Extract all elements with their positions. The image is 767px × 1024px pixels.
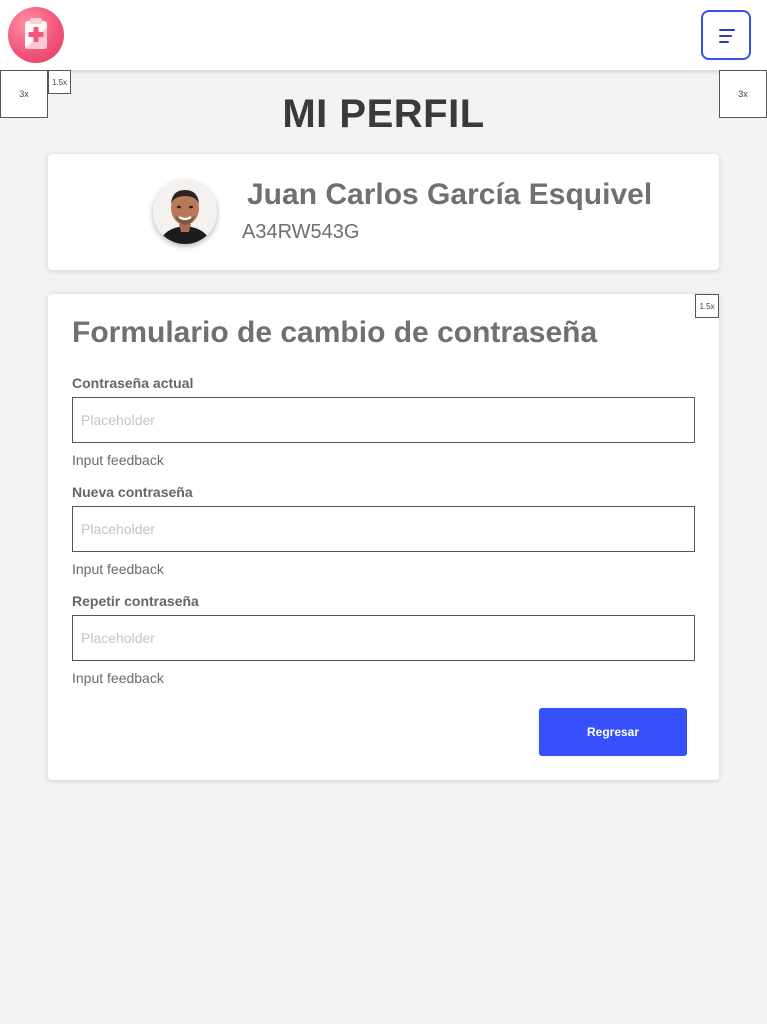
image-placeholder-3x-right: 3x (719, 70, 767, 118)
profile-id: A34RW543G (242, 221, 360, 243)
password-change-form: 1.5x Formulario de cambio de contraseña … (48, 294, 719, 780)
repeat-password-label: Repetir contraseña (72, 593, 199, 609)
new-password-label: Nueva contraseña (72, 484, 193, 500)
avatar (153, 180, 217, 244)
current-password-feedback: Input feedback (72, 452, 164, 468)
menu-lines-icon (719, 29, 735, 31)
image-placeholder-1-5x-form: 1.5x (695, 294, 719, 318)
top-navbar (0, 0, 767, 70)
current-password-input[interactable] (72, 397, 695, 443)
repeat-password-input[interactable] (72, 615, 695, 661)
repeat-password-feedback: Input feedback (72, 670, 164, 686)
profile-card: Juan Carlos García Esquivel A34RW543G (48, 154, 719, 270)
medical-clipboard-icon[interactable] (8, 7, 64, 63)
back-button[interactable]: Regresar (539, 708, 687, 756)
page-title: MI PERFIL (282, 92, 485, 136)
image-placeholder-3x: 3x (0, 70, 48, 118)
current-password-label: Contraseña actual (72, 375, 194, 391)
profile-name: Juan Carlos García Esquivel (247, 178, 653, 211)
new-password-feedback: Input feedback (72, 561, 164, 577)
form-title: Formulario de cambio de contraseña (72, 316, 598, 349)
menu-button[interactable] (701, 10, 751, 60)
image-placeholder-1-5x: 1.5x (48, 70, 71, 94)
new-password-input[interactable] (72, 506, 695, 552)
